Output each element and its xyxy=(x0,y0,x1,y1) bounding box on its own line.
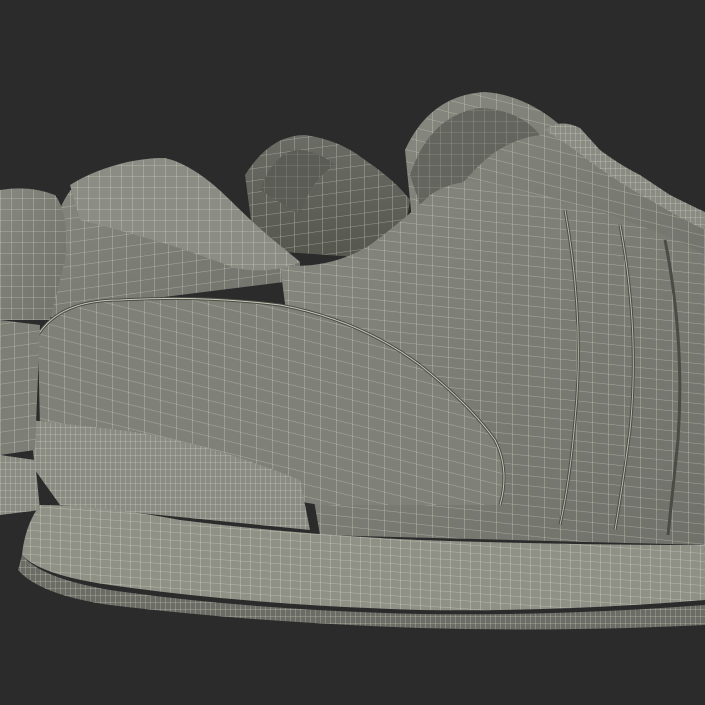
sneaker-pair-svg xyxy=(0,92,705,630)
render-viewport xyxy=(0,0,705,705)
